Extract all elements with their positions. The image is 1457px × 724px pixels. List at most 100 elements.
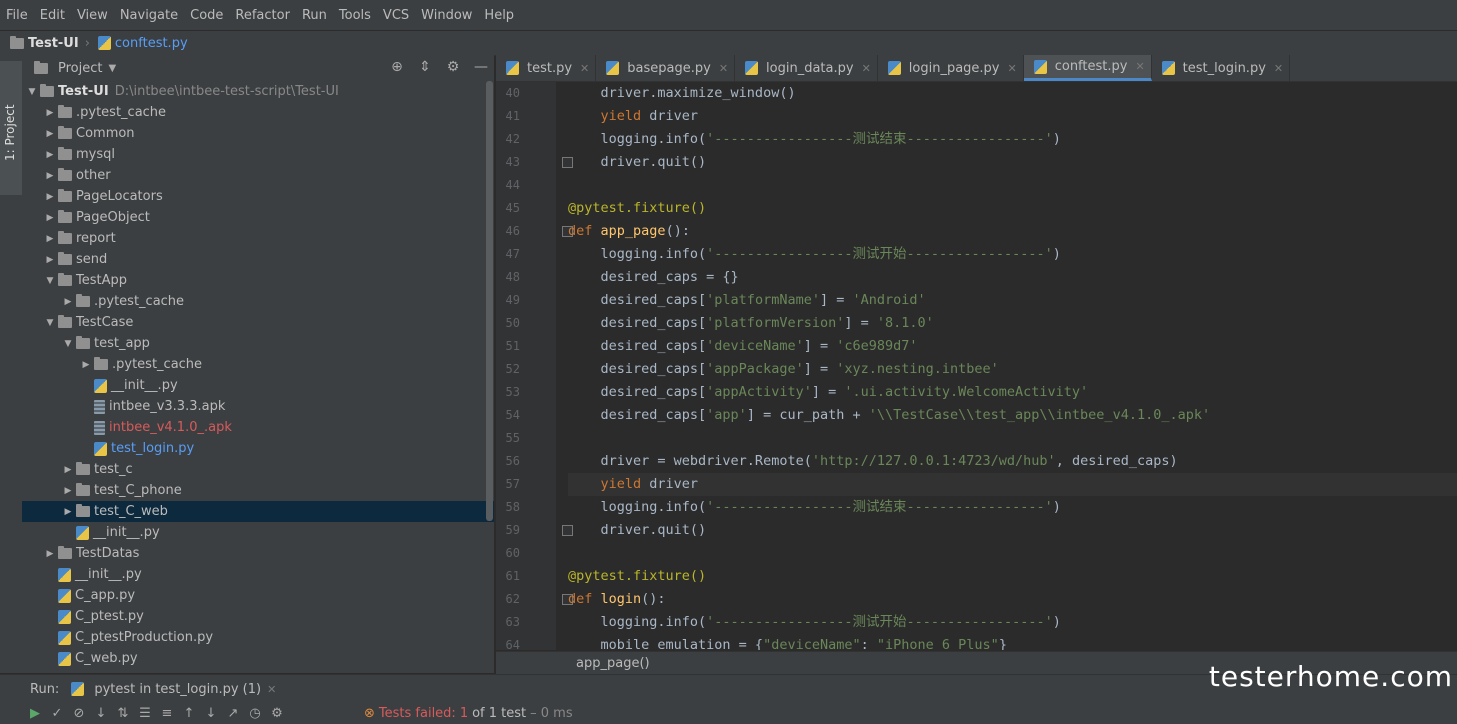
code-line[interactable]: driver.maximize_window(): [568, 82, 1457, 105]
menu-window[interactable]: Window: [415, 8, 478, 23]
chevron-right-icon[interactable]: ▶: [44, 234, 56, 244]
chevron-right-icon[interactable]: ▶: [44, 171, 56, 181]
tree-item[interactable]: ▶ PageLocators: [22, 186, 494, 207]
collapse-all-icon[interactable]: ⇕: [416, 58, 434, 76]
code-line[interactable]: [568, 542, 1457, 565]
tree-item[interactable]: ▶ .pytest_cache: [22, 291, 494, 312]
menu-run[interactable]: Run: [296, 8, 333, 23]
code-line[interactable]: mobile_emulation = {"deviceName": "iPhon…: [568, 634, 1457, 650]
tree-item[interactable]: intbee_v3.3.3.apk: [22, 396, 494, 417]
tree-item[interactable]: ▶ test_c: [22, 459, 494, 480]
editor-tab[interactable]: test_login.py ✕: [1152, 55, 1291, 81]
close-icon[interactable]: ✕: [580, 62, 589, 75]
collapse-all-icon[interactable]: ≡: [156, 703, 178, 723]
chevron-right-icon[interactable]: ▶: [62, 507, 74, 517]
menu-view[interactable]: View: [71, 8, 114, 23]
chevron-right-icon[interactable]: ▶: [62, 465, 74, 475]
code-line[interactable]: desired_caps['appActivity'] = '.ui.activ…: [568, 381, 1457, 404]
code-line[interactable]: @pytest.fixture(): [568, 565, 1457, 588]
code-line[interactable]: desired_caps['platformName'] = 'Android': [568, 289, 1457, 312]
editor-tab[interactable]: test.py ✕: [496, 55, 597, 81]
close-icon[interactable]: ✕: [1135, 60, 1144, 73]
code-line[interactable]: desired_caps['app'] = cur_path + '\\Test…: [568, 404, 1457, 427]
code-line[interactable]: desired_caps = {}: [568, 266, 1457, 289]
code-line[interactable]: @pytest.fixture(): [568, 197, 1457, 220]
gear-icon[interactable]: ⚙: [444, 58, 462, 76]
next-icon[interactable]: ↓: [200, 703, 222, 723]
tree-item[interactable]: __init__.py: [22, 522, 494, 543]
code-line[interactable]: def app_page():: [568, 220, 1457, 243]
show-ignored-icon[interactable]: ⊘: [68, 703, 90, 723]
menu-refactor[interactable]: Refactor: [229, 8, 296, 23]
code-line[interactable]: driver = webdriver.Remote('http://127.0.…: [568, 450, 1457, 473]
code-line[interactable]: def login():: [568, 588, 1457, 611]
menu-edit[interactable]: Edit: [34, 8, 71, 23]
chevron-right-icon[interactable]: ▶: [62, 486, 74, 496]
tree-item[interactable]: ▶ report: [22, 228, 494, 249]
editor-tab[interactable]: login_page.py ✕: [878, 55, 1024, 81]
tree-item[interactable]: intbee_v4.1.0_.apk: [22, 417, 494, 438]
tree-item[interactable]: ▶ Common: [22, 123, 494, 144]
tree-item[interactable]: test_login.py: [22, 438, 494, 459]
close-icon[interactable]: ✕: [267, 683, 276, 696]
chevron-right-icon[interactable]: ▶: [44, 255, 56, 265]
show-passed-icon[interactable]: ✓: [46, 703, 68, 723]
code-line[interactable]: logging.info('-----------------测试开始-----…: [568, 611, 1457, 634]
code-line[interactable]: desired_caps['appPackage'] = 'xyz.nestin…: [568, 358, 1457, 381]
menu-tools[interactable]: Tools: [333, 8, 377, 23]
expand-all-icon[interactable]: ☰: [134, 703, 156, 723]
export-icon[interactable]: ↗: [222, 703, 244, 723]
code-line[interactable]: [568, 427, 1457, 450]
tree-item[interactable]: ▼ TestApp: [22, 270, 494, 291]
chevron-down-icon[interactable]: ▼: [62, 339, 74, 349]
menu-navigate[interactable]: Navigate: [114, 8, 184, 23]
tree-item[interactable]: C_ptestProduction.py: [22, 627, 494, 648]
code-line[interactable]: yield driver: [568, 105, 1457, 128]
menu-help[interactable]: Help: [478, 8, 520, 23]
tree-item[interactable]: ▶ test_C_phone: [22, 480, 494, 501]
tree-item[interactable]: ▶ other: [22, 165, 494, 186]
chevron-down-icon[interactable]: ▼: [44, 318, 56, 328]
menu-vcs[interactable]: VCS: [377, 8, 415, 23]
previous-icon[interactable]: ↑: [178, 703, 200, 723]
tree-item[interactable]: ▶ PageObject: [22, 207, 494, 228]
tree-item[interactable]: ▶ .pytest_cache: [22, 354, 494, 375]
close-icon[interactable]: ✕: [719, 62, 728, 75]
tree-item[interactable]: ▶ TestDatas: [22, 543, 494, 564]
chevron-right-icon[interactable]: ▶: [44, 108, 56, 118]
chevron-right-icon[interactable]: ▶: [44, 549, 56, 559]
sort-duration-icon[interactable]: ⇅: [112, 703, 134, 723]
settings-icon[interactable]: ⚙: [266, 703, 288, 723]
tree-item[interactable]: ▶ .pytest_cache: [22, 102, 494, 123]
breadcrumb-project[interactable]: Test-UI: [0, 35, 79, 51]
breadcrumb-file[interactable]: conftest.py: [96, 36, 188, 51]
code-editor[interactable]: driver.maximize_window() yield driver lo…: [568, 82, 1457, 650]
chevron-right-icon[interactable]: ▶: [80, 360, 92, 370]
menu-code[interactable]: Code: [184, 8, 229, 23]
code-line[interactable]: desired_caps['deviceName'] = 'c6e989d7': [568, 335, 1457, 358]
tree-item[interactable]: ▼ test_app: [22, 333, 494, 354]
code-line[interactable]: driver.quit(): [568, 519, 1457, 542]
tree-item[interactable]: C_app.py: [22, 585, 494, 606]
code-line[interactable]: [568, 174, 1457, 197]
tree-item[interactable]: ▼ TestCase: [22, 312, 494, 333]
tree-item[interactable]: ▶ send: [22, 249, 494, 270]
close-icon[interactable]: ✕: [862, 62, 871, 75]
tree-item[interactable]: ▼ Test-UI D:\intbee\intbee-test-script\Tes…: [22, 81, 494, 102]
code-line[interactable]: driver.quit(): [568, 151, 1457, 174]
tree-item[interactable]: ▶ mysql: [22, 144, 494, 165]
code-line[interactable]: yield driver: [568, 473, 1457, 496]
code-line[interactable]: logging.info('-----------------测试结束-----…: [568, 496, 1457, 519]
code-line[interactable]: logging.info('-----------------测试开始-----…: [568, 243, 1457, 266]
chevron-right-icon[interactable]: ▶: [44, 213, 56, 223]
close-icon[interactable]: ✕: [1274, 62, 1283, 75]
project-view-selector[interactable]: Project ▼: [32, 60, 116, 76]
project-tool-tab[interactable]: 1: Project: [0, 61, 22, 195]
tree-item[interactable]: ▶ test_C_web: [22, 501, 494, 522]
chevron-right-icon[interactable]: ▶: [44, 192, 56, 202]
tree-item[interactable]: __init__.py: [22, 375, 494, 396]
chevron-down-icon[interactable]: ▼: [44, 276, 56, 286]
chevron-right-icon[interactable]: ▶: [44, 150, 56, 160]
editor-tab[interactable]: conftest.py ✕: [1023, 55, 1152, 81]
editor-breadcrumb-label[interactable]: app_page(): [576, 656, 650, 671]
